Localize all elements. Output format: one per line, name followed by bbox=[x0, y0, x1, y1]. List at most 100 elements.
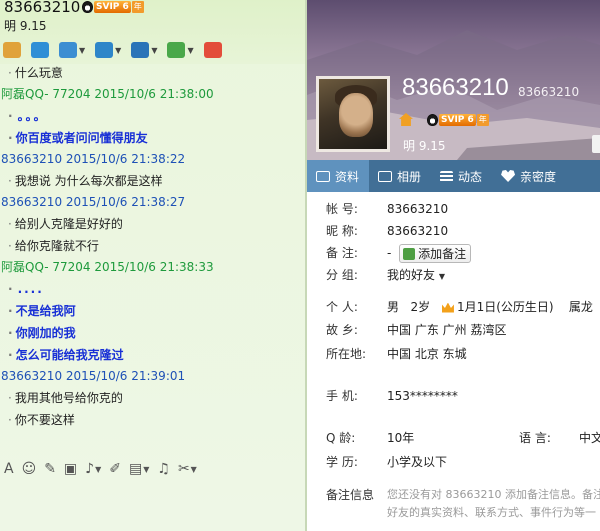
screen-share-button[interactable]: ▼ bbox=[131, 42, 157, 58]
message-text: 我用其他号给你克的 bbox=[14, 391, 123, 405]
row-phone: 手 机: 153******** bbox=[307, 385, 600, 407]
language-value: 中文 bbox=[579, 431, 600, 445]
note-icon bbox=[403, 247, 416, 260]
voice-message-button[interactable]: ♪ ▼ bbox=[85, 461, 101, 477]
age-value: 2岁 bbox=[410, 300, 431, 314]
font-button[interactable]: A bbox=[4, 461, 14, 477]
tab-3[interactable]: 亲密度 bbox=[492, 160, 566, 192]
chevron-down-icon[interactable]: ▼ bbox=[143, 465, 149, 474]
row-location: 所在地: 中国 北京 东城 bbox=[307, 343, 600, 365]
music-icon: ♫ bbox=[157, 461, 170, 477]
svip-level: SVIP 6 bbox=[94, 0, 131, 13]
video-clip-button[interactable]: ▣ bbox=[64, 461, 77, 477]
group-value: 我的好友 bbox=[387, 268, 436, 282]
font-icon: A bbox=[4, 461, 14, 477]
row-nickname: 昵 称: 83663210 bbox=[307, 220, 600, 242]
education-label: 学 历: bbox=[326, 455, 358, 469]
group-select[interactable]: 我的好友 ▼ bbox=[387, 264, 445, 288]
svip-badge[interactable]: SVIP 6 年 bbox=[82, 0, 144, 13]
chevron-down-icon: ▼ bbox=[438, 272, 445, 281]
row-qage: Q 龄: 10年 语 言: 中文 bbox=[307, 427, 600, 449]
profile-tabs: 资料 相册 动态 亲密度 bbox=[307, 160, 600, 192]
bullet-icon: · bbox=[8, 282, 15, 296]
home-icon[interactable] bbox=[399, 113, 413, 126]
chevron-down-icon[interactable]: ▼ bbox=[115, 46, 121, 55]
music-button[interactable]: ♫ bbox=[157, 461, 170, 477]
edit-profile-button[interactable] bbox=[592, 135, 600, 153]
voice-message-icon: ♪ bbox=[85, 461, 95, 477]
message-text: 给别人克隆是好好的 bbox=[14, 217, 123, 231]
chat-title: 83663210 bbox=[4, 0, 81, 16]
app-add-icon bbox=[167, 42, 186, 58]
tab-1[interactable]: 相册 bbox=[369, 160, 431, 192]
screenshot-button[interactable]: ✂ ▼ bbox=[178, 461, 197, 477]
video-call-button[interactable] bbox=[31, 42, 49, 58]
edit-icon: ✐ bbox=[109, 461, 121, 477]
penguin-icon bbox=[82, 0, 93, 13]
profile-name: 83663210 bbox=[402, 74, 509, 101]
message-input[interactable] bbox=[0, 482, 306, 531]
message-text: 怎么可能给我克隆过 bbox=[15, 348, 124, 362]
message-line: · 什么玩意 bbox=[0, 62, 306, 84]
profile-avatar[interactable] bbox=[316, 76, 390, 152]
message-text: 。。。 bbox=[17, 109, 48, 123]
remark-info-text-2: 好友的真实资料、联系方式、事件行为等一 bbox=[387, 506, 596, 519]
remark-value: - bbox=[387, 246, 392, 260]
message-text: 给你克隆就不行 bbox=[14, 239, 99, 253]
chevron-down-icon[interactable]: ▼ bbox=[151, 46, 157, 55]
bullet-icon: · bbox=[8, 391, 12, 405]
emoji-button[interactable]: ☺ bbox=[22, 461, 37, 477]
message-line: · 你百度或者问问懂得朋友 bbox=[0, 127, 306, 149]
crown-icon bbox=[441, 302, 454, 313]
education-value: 小学及以下 bbox=[387, 455, 448, 469]
tab-label: 动态 bbox=[458, 169, 483, 184]
add-remark-button[interactable]: 添加备注 bbox=[399, 244, 472, 263]
chevron-down-icon[interactable]: ▼ bbox=[95, 465, 101, 474]
location-label: 所在地: bbox=[326, 347, 367, 361]
tab-0[interactable]: 资料 bbox=[307, 160, 370, 192]
message-text: 你不要这样 bbox=[14, 413, 75, 427]
message-text: .... bbox=[17, 282, 44, 296]
image-button[interactable]: ▤ ▼ bbox=[129, 461, 149, 477]
message-line: · 给别人克隆是好好的 bbox=[0, 213, 306, 235]
screen-share-icon bbox=[131, 42, 150, 58]
bullet-icon: · bbox=[8, 304, 13, 318]
bullet-icon: · bbox=[8, 348, 13, 362]
chevron-down-icon[interactable]: ▼ bbox=[191, 465, 197, 474]
message-line: · 你刚加的我 bbox=[0, 322, 306, 344]
app-grid-button[interactable] bbox=[203, 42, 222, 58]
message-text: 不是给我阿 bbox=[15, 304, 76, 318]
heart-icon bbox=[501, 170, 516, 182]
chevron-down-icon[interactable]: ▼ bbox=[187, 46, 193, 55]
add-remark-label: 添加备注 bbox=[418, 246, 467, 261]
message-header: 阿磊QQ- 77204 2015/10/6 21:38:33 bbox=[1, 260, 214, 274]
zodiac-value: 属龙 bbox=[568, 300, 593, 314]
app-add-button[interactable]: ▼ bbox=[167, 42, 194, 58]
tab-2[interactable]: 动态 bbox=[431, 160, 492, 192]
remote-desktop-button[interactable]: ▼ bbox=[59, 42, 85, 58]
phone-value: 153******** bbox=[387, 389, 458, 403]
message-line: · 不是给我阿 bbox=[0, 300, 306, 322]
profile-qq-id: 83663210 bbox=[518, 85, 580, 99]
profile-year-badge: 年 bbox=[476, 113, 489, 126]
message-text: 我想说 为什么每次都是这样 bbox=[14, 174, 163, 188]
bullet-icon: · bbox=[8, 217, 12, 231]
edit-button[interactable]: ✐ bbox=[109, 461, 121, 477]
account-label: 帐 号: bbox=[326, 202, 358, 216]
row-account: 帐 号: 83663210 bbox=[307, 198, 600, 220]
voice-call-button[interactable] bbox=[3, 42, 21, 58]
app-grid-icon bbox=[203, 42, 222, 58]
profile-cover: 83663210 83663210 SVIP 6 年 明 9.15 bbox=[307, 0, 600, 160]
chat-window: 83663210 SVIP 6 年 明 9.15 ▼ ▼ ▼ ▼ 83663210 2… bbox=[0, 0, 306, 531]
profile-svip-level[interactable]: SVIP 6 bbox=[439, 113, 476, 126]
profile-info: 帐 号: 83663210 昵 称: 83663210 备 注: - 添加备注 … bbox=[307, 192, 600, 531]
penguin-icon bbox=[427, 113, 438, 126]
birthday-value: 1月1日(公历生日) bbox=[456, 300, 554, 314]
row-education: 学 历: 小学及以下 bbox=[307, 451, 600, 473]
send-file-button[interactable]: ▼ bbox=[95, 42, 121, 58]
hometown-value: 中国 广东 广州 荔湾区 bbox=[387, 323, 507, 337]
chevron-down-icon[interactable]: ▼ bbox=[79, 46, 85, 55]
magic-button[interactable]: ✎ bbox=[44, 461, 56, 477]
bullet-icon: · bbox=[8, 174, 12, 188]
remark-label: 备 注: bbox=[326, 246, 358, 260]
